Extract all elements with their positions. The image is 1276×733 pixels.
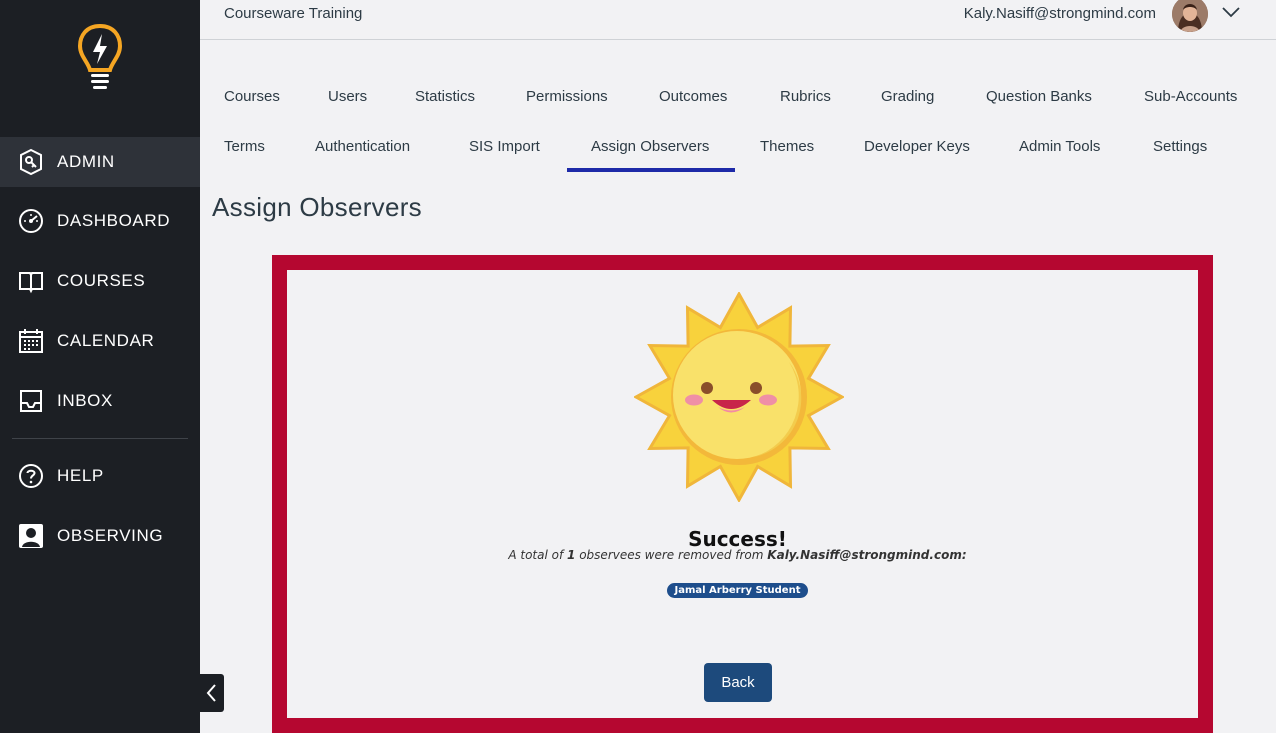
- lightbulb-logo-icon[interactable]: [74, 22, 126, 92]
- sidebar-item-calendar[interactable]: CALENDAR: [0, 316, 200, 366]
- success-frame: Success! A total of 1 observees were rem…: [272, 255, 1213, 733]
- sidebar-item-dashboard[interactable]: DASHBOARD: [0, 196, 200, 246]
- tab-terms[interactable]: Terms: [224, 138, 265, 155]
- sidebar-item-label: HELP: [57, 466, 104, 485]
- sidebar-divider: [12, 438, 188, 439]
- sidebar-item-help[interactable]: HELP: [0, 451, 200, 501]
- tab-sis-import[interactable]: SIS Import: [469, 138, 540, 155]
- sidebar: ADMIN DASHBOARD COURSES CALENDAR INBOX H…: [0, 0, 200, 733]
- chevron-left-icon: [206, 684, 216, 702]
- account-title: Courseware Training: [224, 5, 363, 22]
- tab-sub-accounts[interactable]: Sub-Accounts: [1144, 88, 1237, 105]
- inbox-tray-icon: [16, 386, 46, 416]
- chevron-down-icon[interactable]: [1221, 4, 1241, 20]
- sidebar-item-label: COURSES: [57, 271, 146, 290]
- removed-count: 1: [567, 548, 576, 562]
- tab-authentication[interactable]: Authentication: [315, 138, 410, 155]
- message-middle: observees were removed from: [579, 548, 764, 562]
- sidebar-item-courses[interactable]: COURSES: [0, 256, 200, 306]
- tab-themes[interactable]: Themes: [760, 138, 814, 155]
- book-icon: [16, 266, 46, 296]
- calendar-icon: [16, 326, 46, 356]
- tab-admin-tools[interactable]: Admin Tools: [1019, 138, 1100, 155]
- observee-badge: Jamal Arberry Student: [666, 583, 809, 598]
- observer-user: Kaly.Nasiff@strongmind.com:: [767, 548, 967, 562]
- tab-developer-keys[interactable]: Developer Keys: [864, 138, 970, 155]
- observing-person-icon: [16, 521, 46, 551]
- tab-courses[interactable]: Courses: [224, 88, 280, 105]
- sidebar-item-admin[interactable]: ADMIN: [0, 137, 200, 187]
- sidebar-item-label: DASHBOARD: [57, 211, 171, 230]
- back-button[interactable]: Back: [704, 663, 772, 702]
- tab-outcomes[interactable]: Outcomes: [659, 88, 727, 105]
- active-tab-indicator: [567, 168, 735, 172]
- avatar[interactable]: [1172, 0, 1208, 32]
- sidebar-item-inbox[interactable]: INBOX: [0, 376, 200, 426]
- sidebar-item-label: CALENDAR: [57, 331, 155, 350]
- sidebar-item-label: INBOX: [57, 391, 113, 410]
- sidebar-item-label: ADMIN: [57, 152, 115, 171]
- observee-list: Jamal Arberry Student: [287, 580, 1188, 598]
- success-panel: Success! A total of 1 observees were rem…: [287, 270, 1198, 718]
- page-title: Assign Observers: [212, 192, 422, 222]
- tab-settings[interactable]: Settings: [1153, 138, 1207, 155]
- tab-grading[interactable]: Grading: [881, 88, 934, 105]
- tab-permissions[interactable]: Permissions: [526, 88, 608, 105]
- collapse-sidebar-button[interactable]: [200, 674, 224, 712]
- tab-assign-observers[interactable]: Assign Observers: [591, 138, 709, 155]
- tab-users[interactable]: Users: [328, 88, 367, 105]
- smiling-sun-icon: [634, 292, 844, 502]
- admin-shield-icon: [16, 147, 46, 177]
- tab-rubrics[interactable]: Rubrics: [780, 88, 831, 105]
- user-email[interactable]: Kaly.Nasiff@strongmind.com: [964, 5, 1156, 22]
- dashboard-gauge-icon: [16, 206, 46, 236]
- help-question-icon: [16, 461, 46, 491]
- success-message: A total of 1 observees were removed from…: [287, 548, 1188, 562]
- tab-statistics[interactable]: Statistics: [415, 88, 475, 105]
- tab-question-banks[interactable]: Question Banks: [986, 88, 1092, 105]
- sidebar-item-observing[interactable]: OBSERVING: [0, 511, 200, 561]
- top-header: Courseware Training Kaly.Nasiff@strongmi…: [200, 0, 1276, 40]
- sidebar-item-label: OBSERVING: [57, 526, 164, 545]
- message-prefix: A total of: [508, 548, 564, 562]
